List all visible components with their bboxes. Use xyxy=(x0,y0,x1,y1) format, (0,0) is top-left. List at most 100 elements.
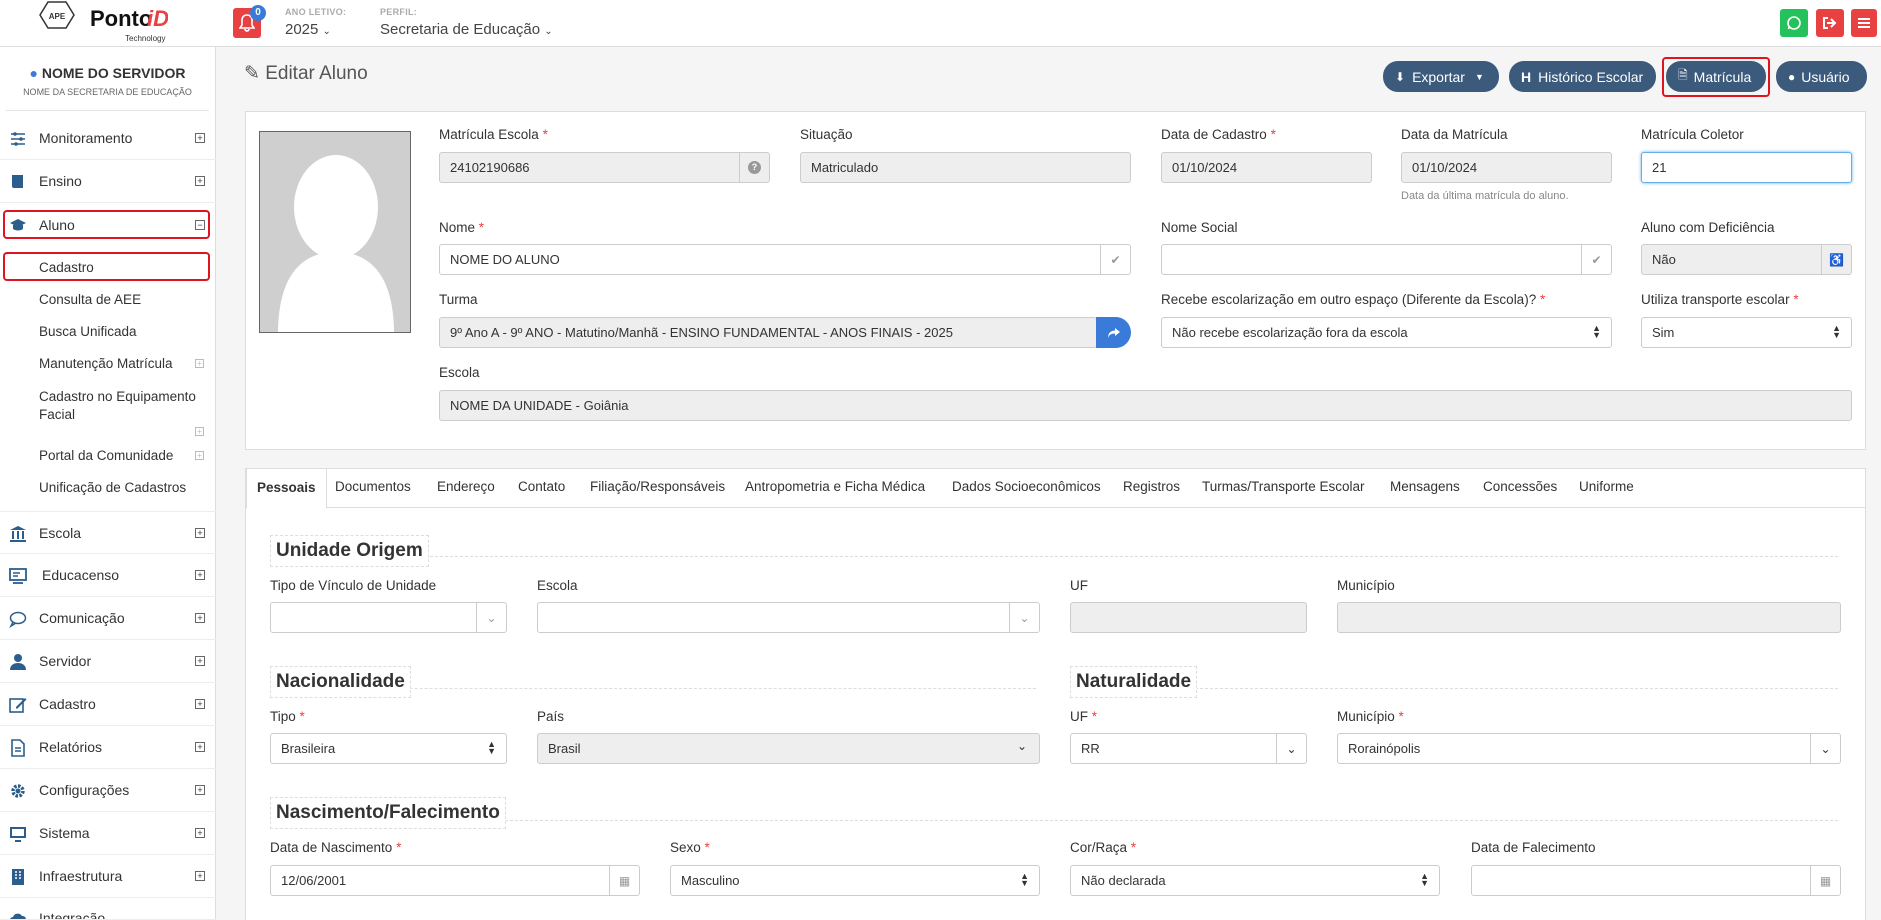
calendar-icon[interactable]: ▦ xyxy=(1810,866,1840,895)
calendar-icon[interactable]: ▦ xyxy=(609,866,639,895)
data-cadastro-value: 01/10/2024 xyxy=(1172,160,1238,175)
historico-escolar-button[interactable]: H Histórico Escolar xyxy=(1509,61,1656,92)
escola-origem-select[interactable]: ⌄ xyxy=(537,602,1040,633)
nacionalidade-title: Nacionalidade xyxy=(270,666,411,698)
page-title-text: Editar Aluno xyxy=(265,63,368,84)
escolarizacao-label-text: Recebe escolarização em outro espaço (Di… xyxy=(1161,292,1537,307)
chevron-down-icon: ⌄ xyxy=(1276,734,1306,763)
municipio-naturalidade-label-text: Município xyxy=(1337,709,1395,724)
pais-select[interactable]: Brasil ⌄ xyxy=(537,733,1040,764)
sidebar-subitem-unificacao[interactable]: Unificação de Cadastros xyxy=(39,480,186,495)
select-arrows-icon: ▲ ▼ xyxy=(487,739,496,756)
tab-documentos[interactable]: Documentos xyxy=(335,479,411,494)
sidebar-item-servidor[interactable]: Servidor + xyxy=(0,640,216,683)
file-icon xyxy=(11,739,25,757)
uf-origem-input[interactable] xyxy=(1070,602,1307,633)
uf-naturalidade-select[interactable]: RR ⌄ xyxy=(1070,733,1307,764)
municipio-naturalidade-select[interactable]: Rorainópolis ⌄ xyxy=(1337,733,1841,764)
student-photo[interactable] xyxy=(259,131,411,333)
user-organization: NOME DA SECRETARIA DE EDUCAÇÃO xyxy=(23,87,192,97)
data-cadastro-input[interactable]: 01/10/2024 xyxy=(1161,152,1372,183)
tab-pessoais[interactable]: Pessoais xyxy=(246,468,327,509)
sidebar-item-escola[interactable]: Escola + xyxy=(0,511,216,554)
monitor-icon xyxy=(10,827,26,842)
tab-bar: Pessoais Documentos Endereço Contato Fil… xyxy=(246,468,1865,509)
turma-input[interactable]: 9º Ano A - 9º ANO - Matutino/Manhã - ENS… xyxy=(439,317,1097,348)
sidebar-item-configuracoes[interactable]: Configurações + xyxy=(0,769,216,812)
building-icon xyxy=(12,869,24,885)
sidebar-item-comunicacao[interactable]: Comunicação + xyxy=(0,597,216,640)
data-falecimento-input[interactable]: ▦ xyxy=(1471,865,1841,896)
nome-input[interactable]: NOME DO ALUNO ✔ xyxy=(439,244,1131,275)
transporte-label-text: Utiliza transporte escolar xyxy=(1641,292,1790,307)
transporte-label: Utiliza transporte escolar * xyxy=(1641,292,1799,307)
escola-value: NOME DA UNIDADE - Goiânia xyxy=(450,398,629,413)
nome-social-input[interactable]: ✔ xyxy=(1161,244,1612,275)
sidebar-subitem-manutencao-matricula[interactable]: Manutenção Matrícula xyxy=(39,356,173,371)
tab-antropometria[interactable]: Antropometria e Ficha Médica xyxy=(745,479,925,494)
user-icon: ● xyxy=(29,65,38,81)
tipo-vinculo-select[interactable]: ⌄ xyxy=(270,602,507,633)
tab-contato[interactable]: Contato xyxy=(518,479,565,494)
sidebar-subitem-equipamento-facial[interactable]: Cadastro no Equipamento Facial xyxy=(39,388,209,424)
sidebar-item-infraestrutura[interactable]: Infraestrutura + xyxy=(0,855,216,898)
check-icon: ✔ xyxy=(1100,245,1130,274)
municipio-origem-input[interactable] xyxy=(1337,602,1841,633)
user-box: ● NOME DO SERVIDOR NOME DA SECRETARIA DE… xyxy=(6,47,209,111)
tab-filiacao[interactable]: Filiação/Responsáveis xyxy=(590,479,725,494)
sidebar-item-monitoramento[interactable]: Monitoramento + xyxy=(0,117,216,160)
deficiencia-input[interactable]: Não ♿ xyxy=(1641,244,1852,275)
tab-concessoes[interactable]: Concessões xyxy=(1483,479,1557,494)
uf-naturalidade-value: RR xyxy=(1081,741,1100,756)
usuario-button[interactable]: ● Usuário xyxy=(1776,61,1867,92)
matricula-coletor-input[interactable]: 21 xyxy=(1641,152,1852,183)
tab-endereco[interactable]: Endereço xyxy=(437,479,495,494)
deficiencia-label: Aluno com Deficiência xyxy=(1641,220,1775,235)
data-nascimento-input[interactable]: 12/06/2001 ▦ xyxy=(270,865,640,896)
ano-letivo-select[interactable]: 2025 ⌄ xyxy=(285,21,331,38)
sexo-label: Sexo * xyxy=(670,840,710,855)
matricula-escola-input[interactable]: 24102190686 ? xyxy=(439,152,770,183)
data-matricula-label: Data da Matrícula xyxy=(1401,127,1508,142)
tipo-nacionalidade-select[interactable]: Brasileira ▲ ▼ xyxy=(270,733,507,764)
escola-input[interactable]: NOME DA UNIDADE - Goiânia xyxy=(439,390,1852,421)
sidebar-subitem-busca-unificada[interactable]: Busca Unificada xyxy=(39,324,137,339)
escolarizacao-select[interactable]: Não recebe escolarização fora da escola … xyxy=(1161,317,1612,348)
sidebar-subitem-portal-comunidade[interactable]: Portal da Comunidade xyxy=(39,448,173,463)
sidebar-item-ensino[interactable]: Ensino + xyxy=(0,160,216,203)
hamburger-menu-icon[interactable] xyxy=(1851,9,1877,37)
sexo-select[interactable]: Masculino ▲ ▼ xyxy=(670,865,1040,896)
tab-uniforme[interactable]: Uniforme xyxy=(1579,479,1634,494)
sidebar-item-label: Relatórios xyxy=(39,739,103,755)
cor-raca-select[interactable]: Não declarada ▲ ▼ xyxy=(1070,865,1440,896)
situacao-input[interactable]: Matriculado xyxy=(800,152,1131,183)
expand-icon: + xyxy=(195,133,205,143)
sidebar-item-sistema[interactable]: Sistema + xyxy=(0,812,216,855)
cor-raca-value: Não declarada xyxy=(1081,873,1166,888)
perfil-select[interactable]: Secretaria de Educação ⌄ xyxy=(380,21,553,38)
whatsapp-icon[interactable] xyxy=(1780,9,1808,37)
user-icon: ● xyxy=(1788,69,1796,84)
highlight-cadastro xyxy=(3,252,210,281)
share-arrow-button[interactable] xyxy=(1096,317,1131,348)
sidebar-item-relatorios[interactable]: Relatórios + xyxy=(0,726,216,769)
sidebar-item-label: Sistema xyxy=(39,825,90,841)
sidebar-item-integracao[interactable]: Integração xyxy=(0,898,216,920)
tab-mensagens[interactable]: Mensagens xyxy=(1390,479,1460,494)
data-cadastro-label: Data de Cadastro * xyxy=(1161,127,1276,142)
pontoid-logo[interactable]: APE Ponto iD Technology xyxy=(38,0,169,47)
sidebar-item-educacenso[interactable]: Educacenso + xyxy=(0,554,216,597)
sidebar-item-cadastro[interactable]: Cadastro + xyxy=(0,683,216,726)
tab-socioeconomicos[interactable]: Dados Socioeconômicos xyxy=(952,479,1101,494)
municipio-naturalidade-label: Município * xyxy=(1337,709,1404,724)
required-marker: * xyxy=(1130,840,1137,855)
sidebar-subitem-consulta-aee[interactable]: Consulta de AEE xyxy=(39,292,141,307)
data-matricula-input[interactable]: 01/10/2024 xyxy=(1401,152,1612,183)
tab-registros[interactable]: Registros xyxy=(1123,479,1180,494)
user-name: ● NOME DO SERVIDOR xyxy=(6,65,209,81)
transporte-select[interactable]: Sim ▲ ▼ xyxy=(1641,317,1852,348)
exportar-button[interactable]: ⬇ Exportar ▼ xyxy=(1383,61,1499,92)
help-icon[interactable]: ? xyxy=(739,153,769,182)
tab-turmas-transporte[interactable]: Turmas/Transporte Escolar xyxy=(1202,479,1365,494)
logout-icon[interactable] xyxy=(1816,9,1844,37)
